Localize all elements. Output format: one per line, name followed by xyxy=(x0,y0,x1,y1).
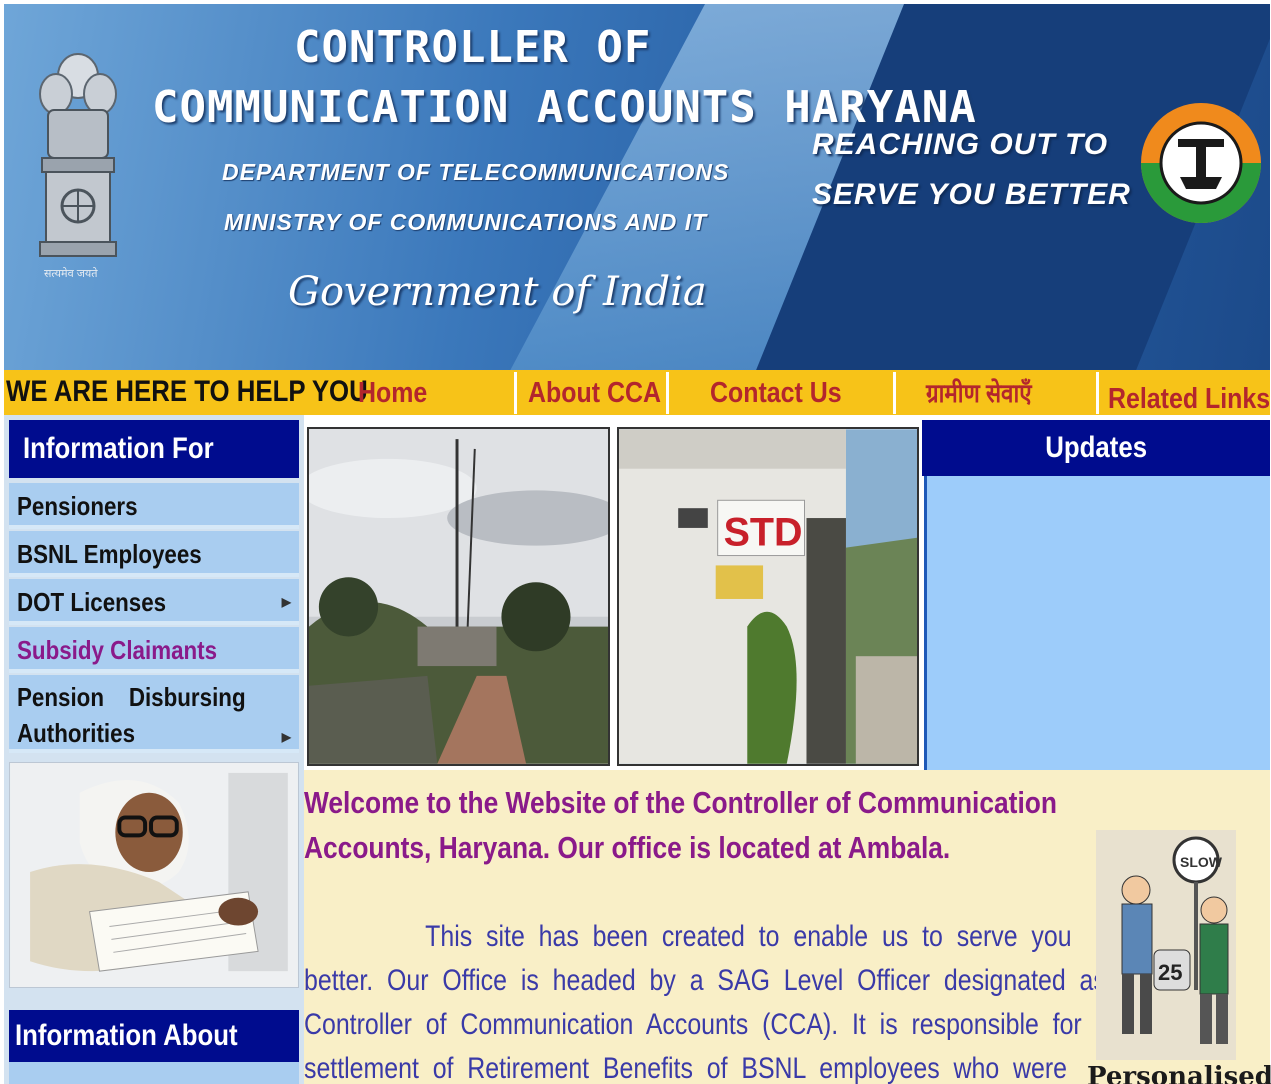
slogan-line2: SERVE YOU BETTER xyxy=(812,178,1131,211)
slow-sign-cartoon-image: SLOW 25 xyxy=(1096,830,1236,1060)
nav-separator xyxy=(514,372,517,414)
nav-contact-us[interactable]: Contact Us xyxy=(710,372,842,414)
sidebar-item-subsidy-claimants[interactable]: Subsidy Claimants xyxy=(9,627,299,673)
personalised-caption: Personalised xyxy=(1087,1062,1271,1084)
nav-separator xyxy=(1096,372,1099,414)
sidebar-item-pensioners[interactable]: Pensioners xyxy=(9,483,299,529)
submenu-arrow-icon: ▶ xyxy=(281,595,291,609)
site-title-line2: COMMUNICATION ACCOUNTS HARYANA xyxy=(152,82,977,133)
site-title-line1: CONTROLLER OF xyxy=(294,22,652,73)
svg-text:25: 25 xyxy=(1158,960,1182,985)
pensioner-reading-image xyxy=(9,762,299,988)
nav-separator xyxy=(893,372,896,414)
nav-home[interactable]: Home xyxy=(358,372,427,414)
submenu-arrow-icon: ▶ xyxy=(281,730,291,744)
nav-tagline: WE ARE HERE TO HELP YOU xyxy=(6,375,368,408)
svg-text:SLOW: SLOW xyxy=(1180,854,1223,870)
sidebar-item-bsnl-employees[interactable]: BSNL Employees xyxy=(9,531,299,577)
department-name: DEPARTMENT OF TELECOMMUNICATIONS xyxy=(222,159,730,185)
nav-about-cca[interactable]: About CCA xyxy=(528,372,661,414)
emblem-caption: सत्यमेव जयते xyxy=(44,268,98,280)
intro-paragraph: This site has been created to enable us … xyxy=(304,920,1106,1084)
ministry-name: MINISTRY OF COMMUNICATIONS AND IT xyxy=(224,209,708,235)
sidebar-heading-info-about: Information About xyxy=(9,1010,299,1062)
nav-related-links[interactable]: Related Links xyxy=(1108,378,1270,420)
updates-panel xyxy=(924,476,1270,770)
std-booth-photo: STD xyxy=(617,427,919,766)
sidebar-item-partial[interactable] xyxy=(9,1062,299,1084)
sidebar-item-dot-licenses[interactable]: DOT Licenses ▶ xyxy=(9,579,299,625)
cca-logo-icon xyxy=(1141,103,1261,223)
slogan-line1: REACHING OUT TO xyxy=(812,128,1109,161)
sidebar-heading-info-for: Information For xyxy=(9,420,299,478)
nav-rural-services[interactable]: ग्रामीण सेवाएँ xyxy=(926,372,1032,414)
welcome-message: Welcome to the Website of the Controller… xyxy=(304,785,1057,865)
std-sign-text: STD xyxy=(724,511,803,555)
updates-heading: Updates xyxy=(922,420,1270,476)
national-emblem-icon xyxy=(39,53,117,257)
tower-landscape-photo xyxy=(307,427,610,766)
nav-separator xyxy=(666,372,669,414)
sidebar-item-pension-disbursing-authorities[interactable]: Pension Disbursing Authorities ▶ xyxy=(9,675,299,753)
header-banner: सत्यमेव जयते CONTROLLER OF COMMUNICATION… xyxy=(4,4,1270,370)
government-label: Government of India xyxy=(288,269,707,315)
